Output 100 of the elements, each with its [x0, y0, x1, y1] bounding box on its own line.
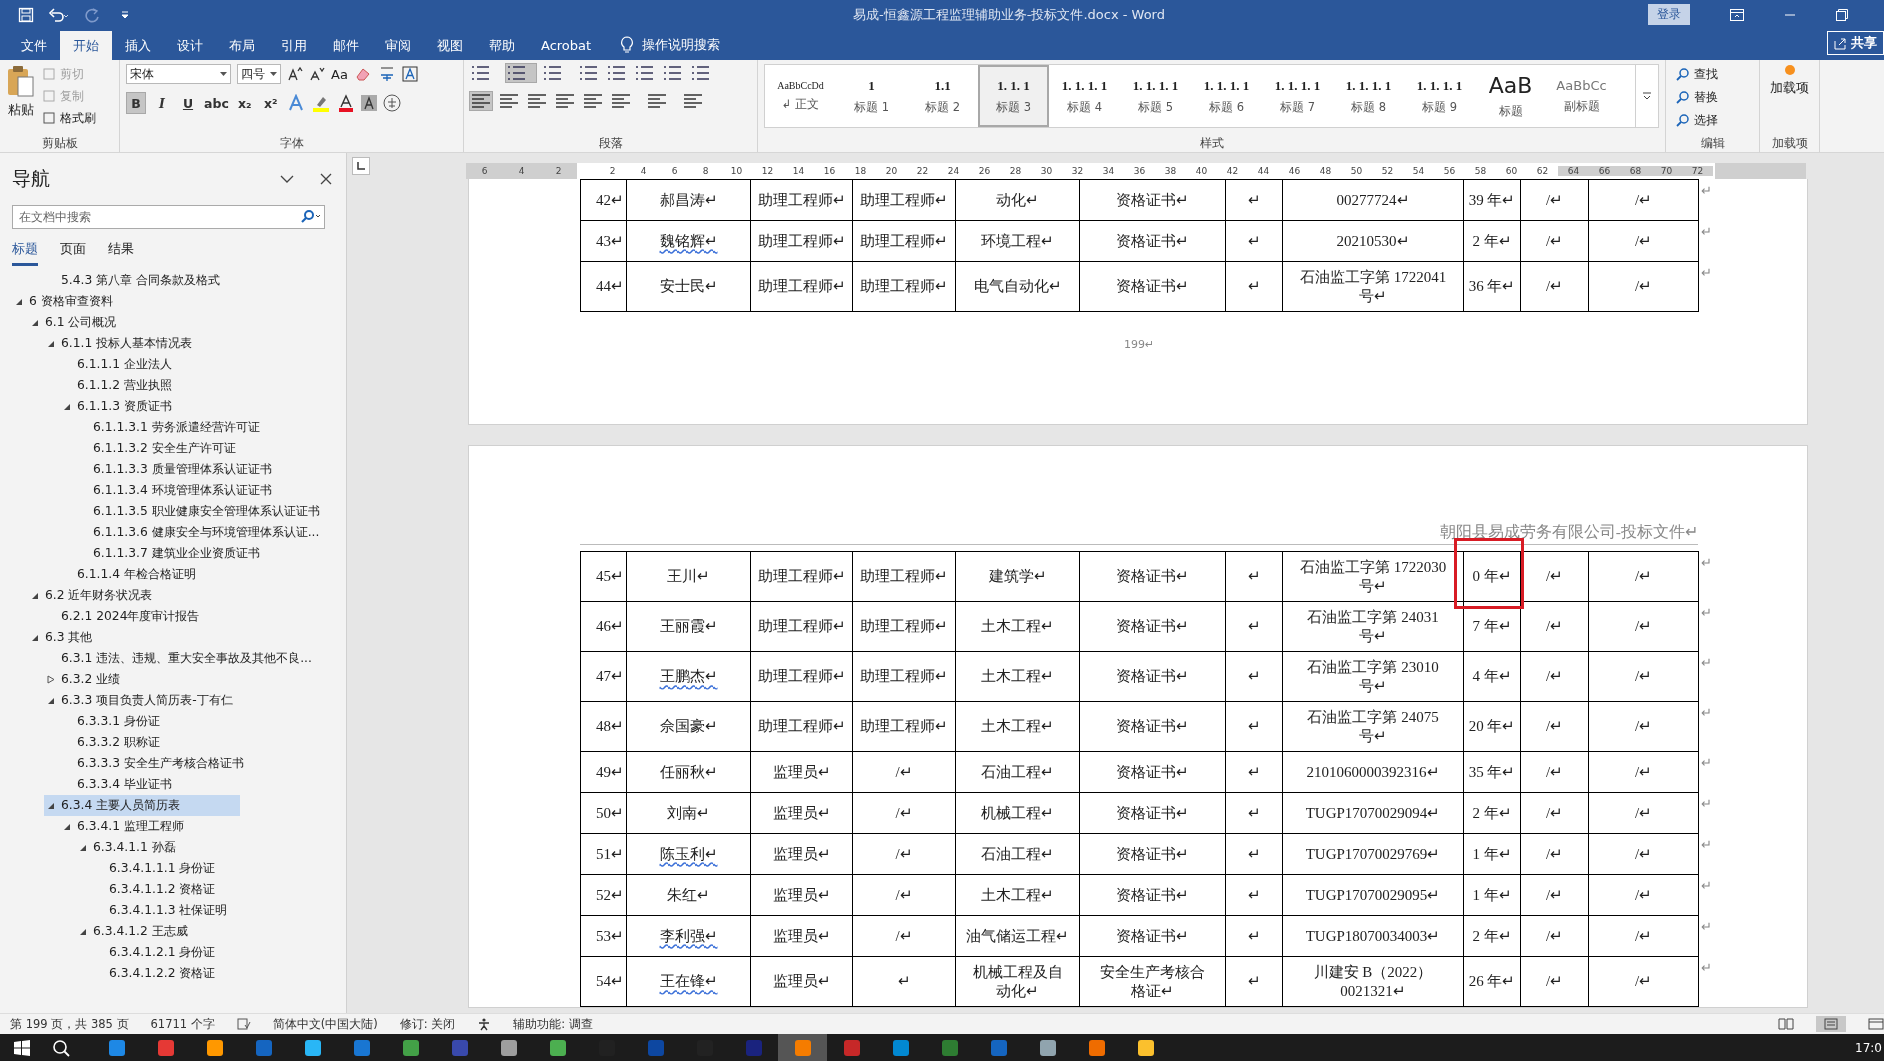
expanded-triangle-icon[interactable]: [31, 633, 39, 642]
nav-tree-item[interactable]: 6.3.4.1.1.2 资格证: [92, 879, 216, 900]
text-format-button[interactable]: x₂: [234, 92, 255, 114]
align-right-icon[interactable]: [526, 92, 548, 110]
nav-tree-item[interactable]: 6.3.3.3 安全生产考核合格证书: [60, 753, 244, 774]
clipboard-command[interactable]: 格式刷: [42, 108, 96, 128]
expanded-triangle-icon[interactable]: [63, 402, 71, 411]
style-option[interactable]: 1. 1. 1. 1 标题 8: [1333, 65, 1404, 127]
add-ins-button[interactable]: 加载项: [1770, 64, 1809, 135]
style-option[interactable]: 1. 1. 1. 1 标题 4: [1049, 65, 1120, 127]
tab-selector-icon[interactable]: [352, 157, 370, 175]
nav-tree-item[interactable]: 6 资格审查资料: [12, 291, 113, 312]
nav-tree-item[interactable]: 6.1.1.3.2 安全生产许可证: [76, 438, 236, 459]
nav-tree-item[interactable]: 6.1.1 投标人基本情况表: [44, 333, 193, 354]
close-icon[interactable]: [320, 173, 332, 185]
status-item[interactable]: 辅助功能: 调查: [513, 1016, 593, 1032]
style-option[interactable]: 1. 1. 1. 1 标题 7: [1262, 65, 1333, 127]
print-layout-icon[interactable]: [1824, 1018, 1838, 1030]
pane-tab[interactable]: 标题: [12, 241, 38, 266]
expanded-triangle-icon[interactable]: [47, 696, 55, 705]
dropdown-icon[interactable]: [270, 71, 277, 77]
nav-tree-item[interactable]: 6.1.1.3.3 质量管理体系认证证书: [76, 459, 272, 480]
nav-tree-item[interactable]: 6.1.1.3 资质证书: [60, 396, 172, 417]
share-button[interactable]: 共享: [1827, 31, 1884, 55]
ribbon-tab[interactable]: 开始: [60, 31, 112, 60]
style-option[interactable]: AaBbCcDd ↲ 正文: [765, 65, 836, 127]
text-format-button[interactable]: U: [178, 92, 198, 114]
customize-icon[interactable]: [120, 8, 130, 21]
nav-tree-item[interactable]: 6.3.4.1.2 王志威: [76, 921, 188, 942]
character-border-icon[interactable]: [401, 66, 418, 82]
expanded-triangle-icon[interactable]: [31, 318, 39, 327]
expanded-triangle-icon[interactable]: [15, 297, 23, 306]
proofing-icon[interactable]: [236, 1018, 251, 1030]
expanded-triangle-icon[interactable]: [47, 339, 55, 348]
text-format-button[interactable]: I: [152, 92, 172, 114]
style-option[interactable]: 1. 1. 1. 1 标题 5: [1120, 65, 1191, 127]
ribbon-tab[interactable]: 设计: [164, 31, 216, 60]
nav-tree-item[interactable]: 6.1.1.3.1 劳务派遣经营许可证: [76, 417, 260, 438]
windows-start-icon[interactable]: [14, 1039, 30, 1056]
paste-button[interactable]: 粘贴: [6, 64, 36, 135]
nav-tree-item[interactable]: 6.1.1.2 营业执照: [60, 375, 172, 396]
nav-tree-item[interactable]: 6.3.3.2 职称证: [60, 732, 160, 753]
accessibility-icon[interactable]: [477, 1017, 492, 1031]
nav-tree-item[interactable]: 6.1 公司概况: [28, 312, 117, 333]
text-format-button[interactable]: abc: [204, 92, 229, 114]
ribbon-tab[interactable]: 审阅: [372, 31, 424, 60]
ribbon-tab[interactable]: 文件: [8, 31, 60, 60]
editing-command[interactable]: 替换: [1676, 87, 1753, 107]
align-center-icon[interactable]: [498, 92, 520, 110]
ribbon-display-icon[interactable]: [1730, 8, 1744, 21]
pane-tab[interactable]: 结果: [108, 241, 134, 266]
change-case-button[interactable]: Aa: [331, 66, 348, 82]
style-option[interactable]: AaBbCc 副标题: [1546, 65, 1617, 127]
status-item[interactable]: 第 199 页，共 385 页: [10, 1016, 129, 1032]
text-effects-icon[interactable]: [286, 94, 305, 112]
ribbon-tab[interactable]: 视图: [424, 31, 476, 60]
save-icon[interactable]: [18, 6, 34, 23]
web-layout-icon[interactable]: [1868, 1018, 1884, 1030]
nav-tree-item[interactable]: 5.4.3 第八章 合同条款及格式: [44, 270, 221, 291]
pane-tab[interactable]: 页面: [60, 241, 86, 266]
collapsed-triangle-icon[interactable]: [47, 675, 55, 684]
nav-tree-item[interactable]: 6.2.1 2024年度审计报告: [44, 606, 200, 627]
highlighter-icon[interactable]: [310, 94, 331, 112]
nav-tree-item[interactable]: 6.3.4.1.2.2 资格证: [92, 963, 216, 984]
font-color-icon[interactable]: [336, 94, 355, 112]
enclosed-character-icon[interactable]: [382, 94, 401, 112]
editing-command[interactable]: 查找: [1676, 64, 1753, 84]
nav-tree-item[interactable]: 6.3.3.4 毕业证书: [60, 774, 172, 795]
nav-tree-item[interactable]: 6.3 其他: [28, 627, 93, 648]
nav-tree-item[interactable]: 6.3.3.1 身份证: [60, 711, 160, 732]
nav-tree-item[interactable]: 6.1.1.3.7 建筑业企业资质证书: [76, 543, 260, 564]
nav-tree-item[interactable]: 6.3.3 项目负责人简历表-丁有仁: [44, 690, 233, 711]
tell-me-search[interactable]: 操作说明搜索: [642, 31, 721, 60]
expanded-triangle-icon[interactable]: [79, 927, 87, 936]
ribbon-tab[interactable]: 布局: [216, 31, 268, 60]
restore-icon[interactable]: [1836, 8, 1848, 21]
read-mode-icon[interactable]: [1778, 1018, 1794, 1030]
status-item[interactable]: 修订: 关闭: [399, 1016, 456, 1032]
style-option[interactable]: 1.1 标题 2: [907, 65, 978, 127]
status-item[interactable]: 简体中文(中国大陆): [272, 1016, 378, 1032]
horizontal-ruler[interactable]: 6 4 2 2 4 6 8 10 12 14 16 18 20 22 24 26 28 30 32 34 36 38 40 42 44 46 48 50 52 54 56 58 60 62 64 66 68 70 72: [466, 163, 1806, 179]
numbering-icon[interactable]: [506, 64, 536, 82]
align-left-icon[interactable]: [470, 92, 492, 110]
style-option[interactable]: 1. 1. 1. 1 标题 9: [1404, 65, 1475, 127]
shrink-font-icon[interactable]: [309, 66, 325, 82]
expanded-triangle-icon[interactable]: [63, 822, 71, 831]
nav-tree-item[interactable]: 6.1.1.3.5 职业健康安全管理体系认证证书: [76, 501, 320, 522]
nav-tree-item[interactable]: 6.1.1.3.6 健康安全与环境管理体系认证...: [76, 522, 320, 543]
expanded-triangle-icon[interactable]: [31, 591, 39, 600]
dropdown-icon[interactable]: [220, 71, 227, 77]
expanded-triangle-icon[interactable]: [47, 801, 55, 810]
nav-tree-item[interactable]: 6.1.1.3.4 环境管理体系认证证书: [76, 480, 272, 501]
style-option[interactable]: 1. 1. 1. 1 标题 6: [1191, 65, 1262, 127]
nav-tree-item[interactable]: 6.3.4.1.1.3 社保证明: [92, 900, 228, 921]
status-item[interactable]: 61711 个字: [150, 1016, 215, 1032]
grow-font-icon[interactable]: [287, 66, 303, 82]
font-name-field[interactable]: 宋体: [126, 64, 231, 84]
distribute-icon[interactable]: [582, 92, 604, 110]
style-option[interactable]: 1. 1. 1 标题 3: [978, 65, 1049, 127]
nav-tree-item[interactable]: 6.3.4.1.1.1 身份证: [92, 858, 216, 879]
